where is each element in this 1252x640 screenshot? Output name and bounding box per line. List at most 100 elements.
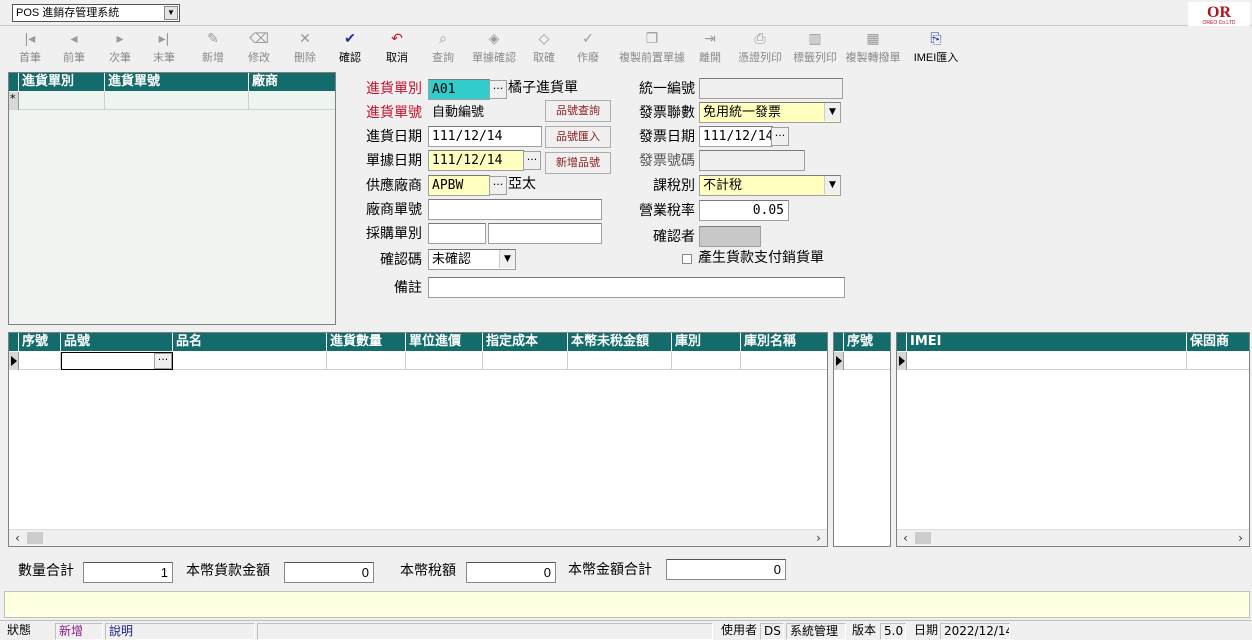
toolbar-last-label: 末筆 <box>153 52 175 64</box>
svg-text:OREO Co.LTD: OREO Co.LTD <box>1203 20 1236 26</box>
col-seq[interactable]: 序號 <box>844 333 890 351</box>
toolbar-copyprev-button[interactable]: ❐ 複製前置單據 <box>610 27 694 69</box>
toolbar-confirm-button[interactable]: ✔ 確認 <box>330 27 370 69</box>
scroll-thumb[interactable] <box>27 532 43 544</box>
doc-date-field[interactable]: 111/12/14 <box>428 150 524 171</box>
amount-total-label: 本幣貨款金額 <box>186 563 270 579</box>
doc-no-field: 自動編號 <box>428 102 538 123</box>
item-no-cell-editor[interactable]: ··· <box>61 352 173 370</box>
toolbar-copytransfer-button[interactable]: ▦ 複製轉撥單 <box>840 27 906 69</box>
chevron-down-icon[interactable]: ▼ <box>164 6 178 20</box>
toolbar-query-button[interactable]: ⌕ 查詢 <box>420 27 466 69</box>
tax-id-field[interactable] <box>699 78 843 99</box>
seq-grid[interactable]: 序號 <box>833 332 891 547</box>
current-row-indicator <box>897 352 907 370</box>
scroll-thumb[interactable] <box>915 532 931 544</box>
row-pointer-icon <box>899 356 905 366</box>
toolbar-next-button[interactable]: ▸ 次筆 <box>98 27 142 69</box>
po-no-field[interactable] <box>488 223 602 244</box>
col-imei[interactable]: IMEI <box>907 333 1187 351</box>
toolbar-next-label: 次筆 <box>109 52 131 64</box>
supplier-field[interactable]: APBW <box>428 175 490 196</box>
toolbar-first-button[interactable]: |◂ 首筆 <box>8 27 52 69</box>
col-warehouse-name[interactable]: 庫別名稱 <box>741 333 827 351</box>
col-supplier[interactable]: 廠商 <box>249 73 335 91</box>
detail-grid[interactable]: 序號 品號 品名 進貨數量 單位進價 指定成本 本幣未稅金額 庫別 庫別名稱 ·… <box>8 332 828 547</box>
invoice-date-field[interactable]: 111/12/14 <box>699 126 773 147</box>
po-type-field[interactable] <box>428 223 486 244</box>
item-query-button[interactable]: 品號查詢 <box>545 100 611 122</box>
toolbar-prev-label: 前筆 <box>63 52 85 64</box>
tax-type-value: 不計稅 <box>703 178 743 193</box>
col-warranty[interactable]: 保固商 <box>1187 333 1249 351</box>
item-import-button[interactable]: 品號匯入 <box>545 126 611 148</box>
toolbar-last-button[interactable]: ▸| 末筆 <box>142 27 186 69</box>
document-list-grid[interactable]: 進貨單別 進貨單號 廠商 * <box>8 72 336 325</box>
table-row[interactable]: ··· <box>9 352 827 370</box>
toolbar-docconfirm-button[interactable]: ◈ 單據確認 <box>466 27 522 69</box>
col-cost[interactable]: 指定成本 <box>483 333 568 351</box>
toolbar-printvoucher-button[interactable]: ⎙ 憑證列印 <box>730 27 790 69</box>
status-state-label: 狀態 <box>7 623 32 637</box>
col-warehouse[interactable]: 庫別 <box>672 333 741 351</box>
col-amount[interactable]: 本幣未稅金額 <box>568 333 672 351</box>
supplier-lookup-button[interactable]: ··· <box>489 176 507 195</box>
col-doc-type[interactable]: 進貨單別 <box>19 73 105 91</box>
toolbar-cancel-button[interactable]: ↶ 取消 <box>374 27 420 69</box>
detail-horizontal-scrollbar[interactable]: ‹ › <box>9 529 827 546</box>
confirm-code-select[interactable]: 未確認 ▼ <box>428 249 516 270</box>
scroll-left-icon[interactable]: ‹ <box>897 530 914 546</box>
doc-type-lookup-button[interactable]: ··· <box>489 80 507 99</box>
scroll-right-icon[interactable]: › <box>810 530 827 546</box>
svg-text:OR: OR <box>1207 4 1231 21</box>
toolbar-imei-button[interactable]: ⎘ IMEI匯入 <box>906 27 966 69</box>
toolbar-delete-button[interactable]: ✕ 刪除 <box>282 27 328 69</box>
doc-type-field[interactable]: A01 <box>428 79 490 100</box>
toolbar-void-button[interactable]: ✓ 作廢 <box>565 27 611 69</box>
memo-field[interactable] <box>428 277 845 298</box>
doc-date-picker-button[interactable]: ··· <box>523 151 541 170</box>
invoice-no-label: 發票號碼 <box>639 153 695 169</box>
col-unit-price[interactable]: 單位進價 <box>406 333 483 351</box>
col-qty[interactable]: 進貨數量 <box>327 333 406 351</box>
unstamp-icon: ◇ <box>538 30 550 46</box>
invoice-date-picker-button[interactable]: ··· <box>771 127 789 146</box>
tax-rate-field[interactable]: 0.05 <box>699 200 789 221</box>
copy-icon: ❐ <box>645 30 659 46</box>
eraser-icon: ⌫ <box>249 30 269 46</box>
gen-payment-label: 產生貨款支付銷貨單 <box>698 250 824 266</box>
toolbar-prev-button[interactable]: ◂ 前筆 <box>52 27 96 69</box>
toolbar-exit-button[interactable]: ⇥ 離開 <box>690 27 730 69</box>
supplier-label: 供應廠商 <box>366 178 422 194</box>
col-item-name[interactable]: 品名 <box>173 333 327 351</box>
row-indicator-header <box>9 73 19 91</box>
col-seq[interactable]: 序號 <box>19 333 61 351</box>
toolbar-new-button[interactable]: ✎ 新增 <box>190 27 236 69</box>
supplier-doc-field[interactable] <box>428 199 602 220</box>
scroll-left-icon[interactable]: ‹ <box>9 530 26 546</box>
tax-type-select[interactable]: 不計稅 ▼ <box>699 175 841 196</box>
col-item-no[interactable]: 品號 <box>61 333 173 351</box>
invoice-type-select[interactable]: 免用統一發票 ▼ <box>699 102 841 123</box>
purchase-date-field[interactable]: 111/12/14 <box>428 126 542 147</box>
scroll-right-icon[interactable]: › <box>1232 530 1249 546</box>
seq-grid-header: 序號 <box>834 333 890 351</box>
table-row[interactable] <box>897 352 1249 370</box>
doc-type-name: 橘子進貨單 <box>508 80 578 96</box>
chevron-down-icon[interactable]: ▼ <box>824 176 840 194</box>
imei-horizontal-scrollbar[interactable]: ‹ › <box>897 529 1249 546</box>
table-row[interactable]: * <box>9 92 335 110</box>
item-lookup-button[interactable]: ··· <box>154 353 172 369</box>
chevron-down-icon[interactable]: ▼ <box>824 103 840 121</box>
gen-payment-checkbox[interactable] <box>682 254 692 264</box>
toolbar-modify-button[interactable]: ⌫ 修改 <box>236 27 282 69</box>
imei-grid[interactable]: IMEI 保固商 ‹ › <box>896 332 1250 547</box>
toolbar-printlabel-button[interactable]: ▥ 標籤列印 <box>785 27 845 69</box>
toolbar-unconfirm-button[interactable]: ◇ 取確 <box>522 27 566 69</box>
col-doc-no[interactable]: 進貨單號 <box>105 73 249 91</box>
version-value: 5.0 <box>880 623 906 640</box>
system-dropdown[interactable]: POS 進銷存管理系統 ▼ <box>12 4 180 22</box>
chevron-down-icon[interactable]: ▼ <box>499 250 515 268</box>
item-new-button[interactable]: 新增品號 <box>545 152 611 174</box>
table-row[interactable] <box>834 352 890 370</box>
